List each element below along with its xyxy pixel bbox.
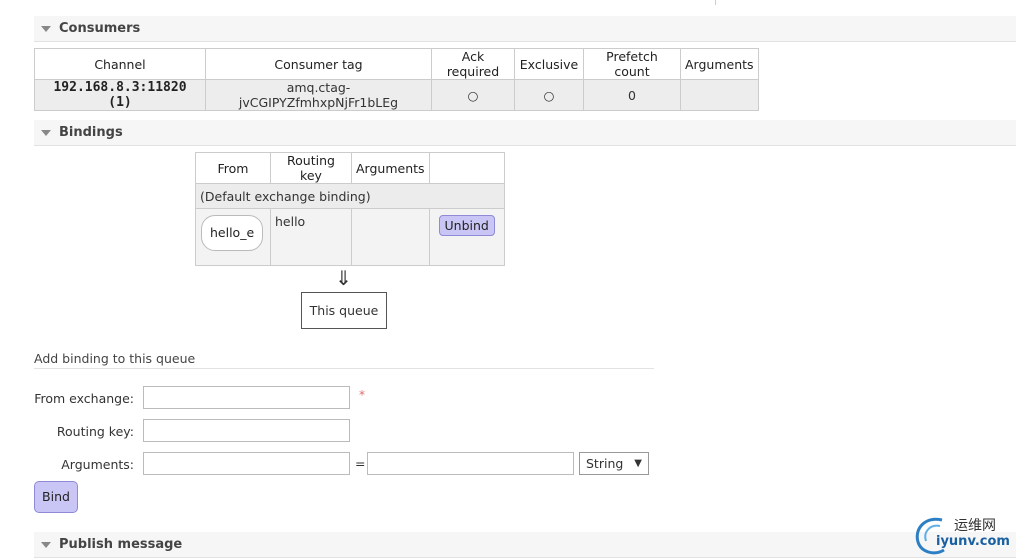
equals-sign: = — [355, 456, 366, 471]
argument-value-input[interactable] — [367, 452, 574, 475]
table-row: (Default exchange binding) — [195, 183, 505, 209]
arguments-cell — [351, 208, 430, 266]
routing-key-input[interactable] — [143, 419, 350, 442]
section-title: Bindings — [59, 125, 123, 140]
this-queue-box: This queue — [301, 292, 387, 329]
column-header-channel: Channel — [34, 48, 206, 80]
from-cell: hello_e — [195, 208, 271, 266]
actions-cell: Unbind — [428, 208, 505, 266]
arguments-label: Arguments: — [61, 457, 134, 472]
column-header-prefetch-count: Prefetch count — [583, 48, 681, 80]
watermark-cn-text: 运维网 — [954, 518, 996, 534]
table-row: hello_e hello Unbind — [195, 208, 505, 266]
from-exchange-label: From exchange: — [34, 391, 134, 406]
required-marker: * — [359, 388, 365, 402]
section-title: Publish message — [59, 537, 183, 552]
selected-type: String — [586, 456, 624, 471]
argument-key-input[interactable] — [143, 452, 350, 475]
top-divider — [715, 0, 716, 5]
publish-message-section-header[interactable]: Publish message — [34, 532, 1016, 558]
exchange-link[interactable]: hello_e — [201, 215, 264, 251]
routing-key-label: Routing key: — [56, 424, 134, 439]
consumers-table: Channel Consumer tag Ack required Exclus… — [34, 48, 759, 111]
collapse-triangle-icon[interactable] — [41, 130, 51, 136]
watermark-en-text: iyunv.com — [936, 534, 1010, 549]
column-header-routing-key: Routing key — [270, 152, 352, 184]
bindings-table: From Routing key Arguments (Default exch… — [195, 152, 505, 266]
column-header-from: From — [195, 152, 271, 184]
column-header-consumer-tag: Consumer tag — [205, 48, 432, 80]
arguments-cell — [680, 79, 759, 111]
table-row: 192.168.8.3:11820 (1) amq.ctag-jvCGIPYZf… — [34, 79, 759, 111]
column-header-arguments: Arguments — [351, 152, 430, 184]
consumer-tag-cell: amq.ctag-jvCGIPYZfmhxpNjFr1bLEg — [205, 79, 432, 111]
exclusive-cell: ○ — [514, 79, 584, 111]
table-header-row: Channel Consumer tag Ack required Exclus… — [34, 48, 759, 80]
consumers-section-header[interactable]: Consumers — [34, 16, 1016, 42]
watermark-logo: 运维网 iyunv.com — [912, 512, 1012, 556]
dropdown-caret-icon: ▼ — [634, 458, 642, 469]
divider — [34, 368, 654, 369]
channel-link[interactable]: 192.168.8.3:11820 (1) — [34, 79, 206, 111]
prefetch-count-cell: 0 — [583, 79, 681, 111]
down-arrow-icon: ⇓ — [335, 266, 352, 290]
column-header-arguments: Arguments — [680, 48, 759, 80]
argument-type-select[interactable]: String ▼ — [579, 452, 649, 475]
routing-key-cell: hello — [270, 208, 352, 266]
from-exchange-input[interactable] — [143, 386, 350, 409]
column-header-exclusive: Exclusive — [514, 48, 584, 80]
column-header-ack-required: Ack required — [431, 48, 515, 80]
default-exchange-binding: (Default exchange binding) — [195, 183, 505, 209]
collapse-triangle-icon[interactable] — [41, 542, 51, 548]
ack-required-cell: ○ — [431, 79, 515, 111]
bind-button[interactable]: Bind — [34, 481, 78, 513]
table-header-row: From Routing key Arguments — [195, 152, 505, 184]
unbind-button[interactable]: Unbind — [438, 215, 495, 236]
section-title: Consumers — [59, 21, 141, 36]
add-binding-title: Add binding to this queue — [34, 351, 196, 366]
collapse-triangle-icon[interactable] — [41, 26, 51, 32]
bindings-section-header[interactable]: Bindings — [34, 120, 1016, 146]
column-header-actions — [428, 152, 505, 184]
